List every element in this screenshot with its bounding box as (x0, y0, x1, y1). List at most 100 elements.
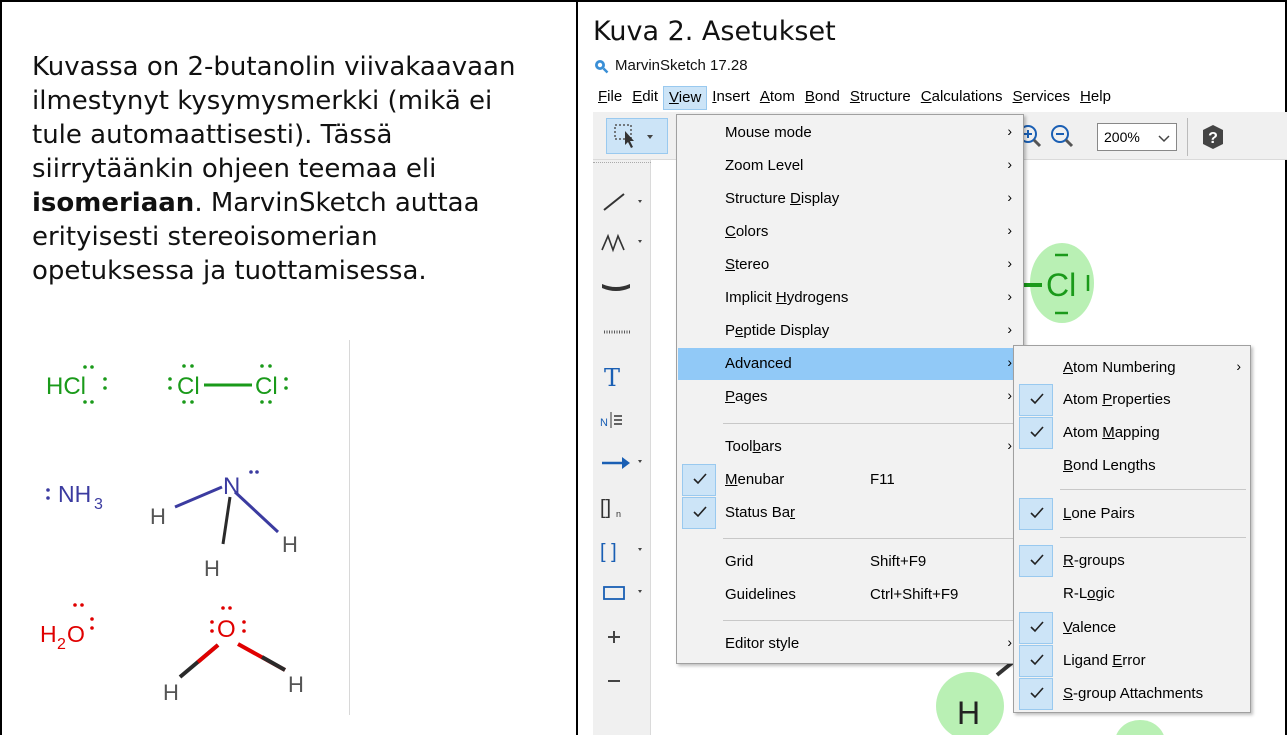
single-bond-tool[interactable] (598, 186, 646, 216)
menu-item-status-bar[interactable]: Status Bar (678, 497, 1022, 529)
menu-item-implicit-hydrogens[interactable]: Implicit Hydrogens › (678, 282, 1022, 314)
text-line: ilmestynyt kysymysmerkki (mikä ei (32, 86, 493, 116)
toolbar-separator (1187, 118, 1188, 156)
menu-bond[interactable]: Bond (800, 86, 845, 110)
name-tool[interactable]: N (598, 404, 646, 434)
text-line: isomeriaan. MarvinSketch auttaa (32, 186, 572, 220)
chevron-down-icon (1158, 135, 1170, 143)
text-line: erityisesti stereoisomerian (32, 222, 378, 252)
menu-item-menubar[interactable]: Menubar F11 (678, 464, 1022, 496)
rectangle-tool[interactable] (598, 578, 646, 608)
template-tool[interactable] (598, 270, 646, 300)
zoom-level-select[interactable]: 200% (1097, 123, 1177, 151)
h-atom: H (282, 532, 298, 557)
figure-title: Kuva 2. Asetukset (593, 16, 836, 47)
menu-separator (1060, 489, 1246, 490)
menu-insert[interactable]: Insert (707, 86, 755, 110)
menu-atom[interactable]: Atom (755, 86, 800, 110)
menu-item-stereo[interactable]: Stereo › (678, 249, 1022, 281)
h-atom: H (204, 556, 220, 581)
h2o-subscript: 2 (57, 636, 66, 653)
cl-atom-right: Cl (255, 373, 278, 400)
dotted-bond-tool[interactable] (598, 318, 646, 348)
menu-separator (723, 423, 1019, 424)
checkmark-icon (682, 464, 716, 496)
menu-item-ligand-error[interactable]: Ligand Error (1015, 645, 1249, 677)
menu-item-r-logic[interactable]: R-Logic (1015, 578, 1249, 610)
menu-item-bond-lengths[interactable]: Bond Lengths (1015, 450, 1249, 482)
menu-item-toolbars[interactable]: Toolbars › (678, 431, 1022, 463)
checkmark-icon (1019, 612, 1053, 644)
zoom-out-icon (1051, 125, 1074, 148)
zoom-buttons[interactable] (1014, 122, 1084, 154)
menu-item-r-groups[interactable]: R-groups (1015, 545, 1249, 577)
menu-edit[interactable]: Edit (627, 86, 663, 110)
menu-item-guidelines[interactable]: Guidelines Ctrl+Shift+F9 (678, 579, 1022, 611)
menu-item-zoom-level[interactable]: Zoom Level › (678, 150, 1022, 182)
canvas-atom-highlight (1116, 720, 1164, 735)
menu-item-atom-numbering[interactable]: Atom Numbering › (1015, 352, 1249, 384)
menu-item-advanced[interactable]: Advanced › (678, 348, 1022, 380)
plus-icon[interactable] (598, 622, 646, 652)
menu-services[interactable]: Services (1008, 86, 1076, 110)
text-tool[interactable]: T (598, 362, 646, 392)
help-icon[interactable]: ? (1200, 123, 1226, 151)
text-line: Kuvassa on 2-butanolin viivakaavaan (32, 52, 516, 82)
svg-text:T: T (604, 364, 620, 392)
menu-item-mouse-mode[interactable]: Mouse mode › (678, 117, 1022, 149)
bracket-tool[interactable]: [ ] (598, 536, 646, 566)
menu-item-valence[interactable]: Valence (1015, 612, 1249, 644)
menu-item-colors[interactable]: Colors › (678, 216, 1022, 248)
canvas-cl-atom[interactable]: Cl (1024, 238, 1094, 328)
svg-text:?: ? (1208, 130, 1218, 147)
column-divider (576, 0, 578, 735)
h2o-h: H (40, 621, 57, 647)
menu-separator (1060, 537, 1246, 538)
menu-view[interactable]: View (663, 86, 708, 110)
cl2-structure: Cl Cl (168, 364, 288, 404)
chain-tool[interactable] (598, 228, 646, 258)
menu-item-peptide-display[interactable]: Peptide Display › (678, 315, 1022, 347)
toolbar-grip (593, 162, 651, 164)
h2o-formula: H 2 O (40, 603, 94, 653)
svg-text:n: n (616, 509, 621, 519)
menu-separator (723, 620, 1019, 621)
reaction-arrow-tool[interactable] (598, 448, 646, 478)
text-line: siirrytäänkin ohjeen teemaa eli (32, 154, 437, 184)
h2o-structure: O H H (163, 606, 304, 705)
bracket-n-tool[interactable]: [] n (598, 492, 646, 522)
menu-item-atom-properties[interactable]: Atom Properties (1015, 384, 1249, 416)
advanced-submenu: Atom Numbering › Atom Properties Atom Map… (1013, 345, 1251, 713)
nh3-label: NH (58, 481, 91, 507)
menu-separator (723, 538, 1019, 539)
h2o-o: O (67, 621, 85, 647)
menu-calculations[interactable]: Calculations (916, 86, 1008, 110)
canvas-h-atom[interactable]: H (935, 660, 1015, 735)
checkmark-icon (1019, 678, 1053, 710)
menu-help[interactable]: Help (1075, 86, 1116, 110)
menu-item-grid[interactable]: Grid Shift+F9 (678, 546, 1022, 578)
checkmark-icon (1019, 498, 1053, 530)
checkmark-icon (1019, 545, 1053, 577)
menu-item-s-group-attachments[interactable]: S-group Attachments (1015, 678, 1249, 710)
marvin-logo-icon (595, 59, 609, 73)
menu-item-atom-mapping[interactable]: Atom Mapping (1015, 417, 1249, 449)
minus-icon[interactable] (598, 666, 646, 696)
menu-file[interactable]: File (593, 86, 627, 110)
hcl-structure: HCl (46, 365, 107, 404)
menu-item-lone-pairs[interactable]: Lone Pairs (1015, 498, 1249, 530)
menu-item-editor-style[interactable]: Editor style › (678, 628, 1022, 660)
cl-label: Cl (1046, 267, 1076, 303)
menu-structure[interactable]: Structure (845, 86, 916, 110)
selection-tool-button[interactable] (606, 118, 668, 154)
nh3-formula: NH 3 (46, 481, 103, 513)
menu-item-pages[interactable]: Pages › (678, 381, 1022, 413)
nh3-subscript: 3 (94, 496, 103, 513)
explanation-text: Kuvassa on 2-butanolin viivakaavaan ilme… (32, 50, 572, 288)
n-atom: N (223, 473, 240, 500)
svg-text:[]: [] (600, 497, 611, 519)
o-atom: O (217, 616, 236, 643)
menu-item-structure-display[interactable]: Structure Display › (678, 183, 1022, 215)
app-name: MarvinSketch 17.28 (615, 57, 748, 74)
text-line: opetuksessa ja tuottamisessa. (32, 256, 427, 286)
